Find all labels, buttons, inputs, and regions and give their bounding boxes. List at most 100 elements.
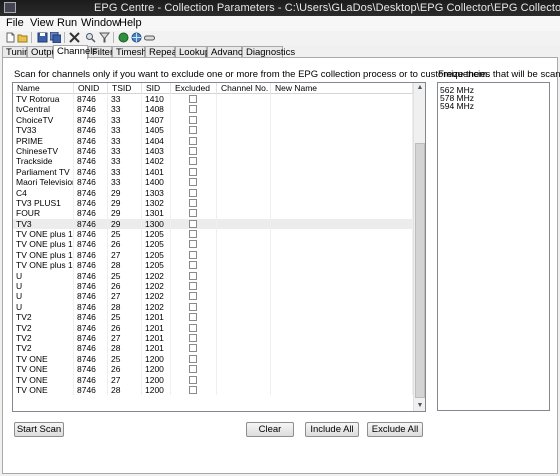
excluded-checkbox[interactable] bbox=[189, 115, 197, 124]
cell-new-name[interactable] bbox=[271, 301, 413, 313]
excluded-checkbox[interactable] bbox=[189, 136, 197, 145]
excluded-checkbox[interactable] bbox=[189, 344, 197, 353]
vertical-scrollbar[interactable]: ▲ ▼ bbox=[413, 83, 425, 411]
table-row[interactable]: TV ONE plus 1 8746 27 1205 bbox=[13, 249, 413, 261]
excluded-checkbox[interactable] bbox=[189, 323, 197, 332]
save-icon[interactable] bbox=[37, 32, 48, 43]
frequency-item[interactable]: 594 MHz bbox=[438, 102, 549, 111]
excluded-checkbox[interactable] bbox=[189, 126, 197, 135]
menu-help[interactable]: Help bbox=[119, 17, 142, 29]
menu-view[interactable]: View bbox=[30, 17, 54, 29]
table-row[interactable]: Trackside 8746 33 1402 bbox=[13, 156, 413, 167]
excluded-checkbox[interactable] bbox=[189, 333, 197, 342]
menu-file[interactable]: File bbox=[6, 17, 24, 29]
cell-new-name[interactable] bbox=[271, 384, 413, 396]
excluded-checkbox[interactable] bbox=[189, 188, 197, 197]
excluded-checkbox[interactable] bbox=[189, 219, 197, 228]
excluded-checkbox[interactable] bbox=[189, 271, 197, 280]
cell-new-name[interactable] bbox=[271, 229, 413, 240]
cell-new-name[interactable] bbox=[271, 322, 413, 333]
excluded-checkbox[interactable] bbox=[189, 167, 197, 176]
cell-new-name[interactable] bbox=[271, 260, 413, 271]
table-row[interactable]: TV ONE plus 1 8746 26 1205 bbox=[13, 239, 413, 250]
cell-new-name[interactable] bbox=[271, 332, 413, 344]
table-row[interactable]: Parliament TV 8746 33 1401 bbox=[13, 166, 413, 178]
cell-new-name[interactable] bbox=[271, 187, 413, 198]
table-row[interactable]: TV ONE plus 1 8746 28 1205 bbox=[13, 260, 413, 271]
cell-channel-no[interactable] bbox=[217, 166, 271, 178]
column-header-onid[interactable]: ONID bbox=[74, 83, 108, 94]
cell-new-name[interactable] bbox=[271, 94, 413, 105]
column-header-tsid[interactable]: TSID bbox=[108, 83, 142, 94]
cell-new-name[interactable] bbox=[271, 104, 413, 115]
cell-new-name[interactable] bbox=[271, 239, 413, 250]
globe-icon[interactable] bbox=[131, 32, 142, 43]
cell-new-name[interactable] bbox=[271, 135, 413, 146]
table-row[interactable]: TV ONE 8746 27 1200 bbox=[13, 374, 413, 385]
cell-channel-no[interactable] bbox=[217, 156, 271, 167]
cell-new-name[interactable] bbox=[271, 177, 413, 188]
cell-new-name[interactable] bbox=[271, 312, 413, 323]
cell-new-name[interactable] bbox=[271, 281, 413, 292]
cell-channel-no[interactable] bbox=[217, 374, 271, 385]
table-row[interactable]: TV2 8746 27 1201 bbox=[13, 332, 413, 344]
table-row[interactable]: TV2 8746 26 1201 bbox=[13, 322, 413, 333]
cell-new-name[interactable] bbox=[271, 114, 413, 126]
find-icon[interactable] bbox=[85, 32, 96, 43]
new-file-icon[interactable] bbox=[5, 32, 16, 43]
tab-channels[interactable]: Channels bbox=[53, 45, 97, 59]
cell-channel-no[interactable] bbox=[217, 187, 271, 198]
excluded-checkbox[interactable] bbox=[189, 95, 197, 103]
include-all-button[interactable]: Include All bbox=[305, 422, 359, 437]
excluded-checkbox[interactable] bbox=[189, 105, 197, 114]
table-row[interactable]: TV Rotorua 8746 33 1410 bbox=[13, 94, 413, 105]
cell-channel-no[interactable] bbox=[217, 218, 271, 230]
table-row[interactable]: TV3 8746 29 1300 bbox=[13, 218, 413, 230]
excluded-checkbox[interactable] bbox=[189, 282, 197, 291]
scroll-down-arrow-icon[interactable]: ▼ bbox=[414, 401, 425, 411]
table-row[interactable]: PRIME 8746 33 1404 bbox=[13, 135, 413, 146]
cell-new-name[interactable] bbox=[271, 145, 413, 157]
excluded-checkbox[interactable] bbox=[189, 292, 197, 301]
excluded-checkbox[interactable] bbox=[189, 209, 197, 218]
cell-channel-no[interactable] bbox=[217, 312, 271, 323]
table-row[interactable]: C4 8746 29 1303 bbox=[13, 187, 413, 198]
excluded-checkbox[interactable] bbox=[189, 157, 197, 166]
run-icon[interactable] bbox=[118, 32, 129, 43]
table-row[interactable]: TV ONE plus 1 8746 25 1205 bbox=[13, 229, 413, 240]
cell-channel-no[interactable] bbox=[217, 322, 271, 333]
cell-new-name[interactable] bbox=[271, 353, 413, 365]
excluded-checkbox[interactable] bbox=[189, 365, 197, 374]
cell-channel-no[interactable] bbox=[217, 270, 271, 282]
open-folder-icon[interactable] bbox=[17, 32, 28, 43]
excluded-checkbox[interactable] bbox=[189, 375, 197, 384]
delete-icon[interactable] bbox=[69, 32, 80, 43]
cell-new-name[interactable] bbox=[271, 270, 413, 282]
cell-new-name[interactable] bbox=[271, 249, 413, 261]
menu-window[interactable]: Window bbox=[81, 17, 120, 29]
cell-channel-no[interactable] bbox=[217, 135, 271, 146]
cell-new-name[interactable] bbox=[271, 156, 413, 167]
table-row[interactable]: TV3 PLUS1 8746 29 1302 bbox=[13, 197, 413, 209]
table-row[interactable]: U 8746 25 1202 bbox=[13, 270, 413, 282]
cell-channel-no[interactable] bbox=[217, 114, 271, 126]
exclude-all-button[interactable]: Exclude All bbox=[367, 422, 423, 437]
excluded-checkbox[interactable] bbox=[189, 198, 197, 207]
start-scan-button[interactable]: Start Scan bbox=[14, 422, 64, 437]
cell-channel-no[interactable] bbox=[217, 197, 271, 209]
cell-channel-no[interactable] bbox=[217, 104, 271, 115]
clear-button[interactable]: Clear bbox=[246, 422, 294, 437]
cell-channel-no[interactable] bbox=[217, 353, 271, 365]
cell-new-name[interactable] bbox=[271, 208, 413, 219]
cell-channel-no[interactable] bbox=[217, 343, 271, 354]
cell-channel-no[interactable] bbox=[217, 364, 271, 375]
excluded-checkbox[interactable] bbox=[189, 354, 197, 363]
cell-channel-no[interactable] bbox=[217, 177, 271, 188]
excluded-checkbox[interactable] bbox=[189, 178, 197, 187]
excluded-checkbox[interactable] bbox=[189, 313, 197, 322]
column-header-name[interactable]: Name bbox=[13, 83, 74, 94]
scroll-up-arrow-icon[interactable]: ▲ bbox=[414, 83, 425, 93]
cell-channel-no[interactable] bbox=[217, 384, 271, 396]
table-row[interactable]: FOUR 8746 29 1301 bbox=[13, 208, 413, 219]
cell-new-name[interactable] bbox=[271, 218, 413, 230]
